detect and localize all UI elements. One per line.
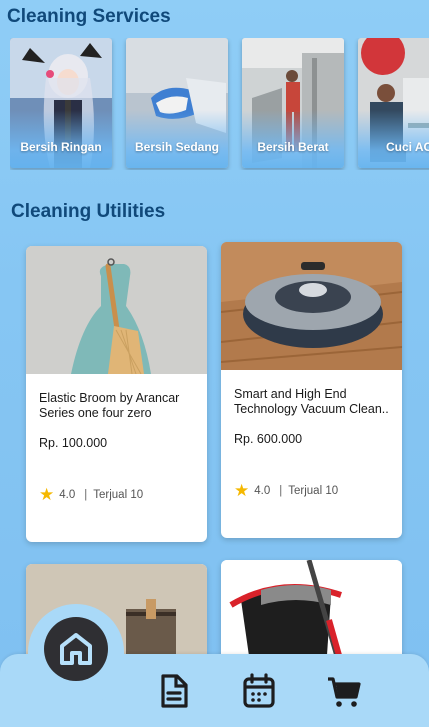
- service-card-bersih-ringan[interactable]: Bersih Ringan: [10, 38, 112, 168]
- divider: |: [279, 484, 283, 497]
- rating-value: 4.0: [59, 488, 76, 501]
- product-price: Rp. 100.000: [39, 436, 108, 450]
- product-rating: ★ 4.0 | Terjual 10: [39, 486, 143, 503]
- services-carousel[interactable]: Bersih Ringan Bersih Sedang Bersih Berat: [10, 38, 429, 170]
- service-card-bersih-berat[interactable]: Bersih Berat: [242, 38, 344, 168]
- product-rating: ★ 4.0 | Terjual 10: [234, 482, 338, 499]
- product-image: [221, 242, 402, 370]
- sold-count: Terjual 10: [288, 484, 339, 497]
- card-shade: [126, 110, 228, 168]
- service-card-cuci-ac[interactable]: Cuci AC: [358, 38, 429, 168]
- card-shade: [242, 110, 344, 168]
- service-label: Cuci AC: [386, 140, 429, 154]
- star-icon: ★: [234, 481, 250, 500]
- service-label: Bersih Sedang: [134, 140, 220, 154]
- rating-value: 4.0: [254, 484, 271, 497]
- utilities-title: Cleaning Utilities: [11, 201, 166, 222]
- star-icon: ★: [39, 485, 55, 504]
- service-card-bersih-sedang[interactable]: Bersih Sedang: [126, 38, 228, 168]
- product-name: Elastic Broom by Arancar Series one four…: [39, 391, 180, 420]
- divider: |: [84, 488, 88, 501]
- service-label: Bersih Berat: [257, 140, 329, 154]
- product-name: Smart and High End Technology Vacuum Cle…: [234, 387, 389, 416]
- cart-icon[interactable]: [327, 673, 361, 709]
- service-label: Bersih Ringan: [20, 140, 102, 154]
- document-icon[interactable]: [157, 673, 191, 709]
- product-image: [26, 246, 207, 374]
- card-shade: [10, 110, 112, 168]
- product-card-vacuum[interactable]: Smart and High End Technology Vacuum Cle…: [221, 242, 402, 538]
- product-card-broom[interactable]: Elastic Broom by Arancar Series one four…: [26, 246, 207, 542]
- sold-count: Terjual 10: [93, 488, 144, 501]
- product-price: Rp. 600.000: [234, 432, 303, 446]
- card-shade: [358, 110, 429, 168]
- calendar-icon[interactable]: [242, 673, 276, 709]
- home-button[interactable]: [44, 617, 108, 681]
- services-title: Cleaning Services: [7, 6, 171, 27]
- home-icon: [60, 633, 92, 665]
